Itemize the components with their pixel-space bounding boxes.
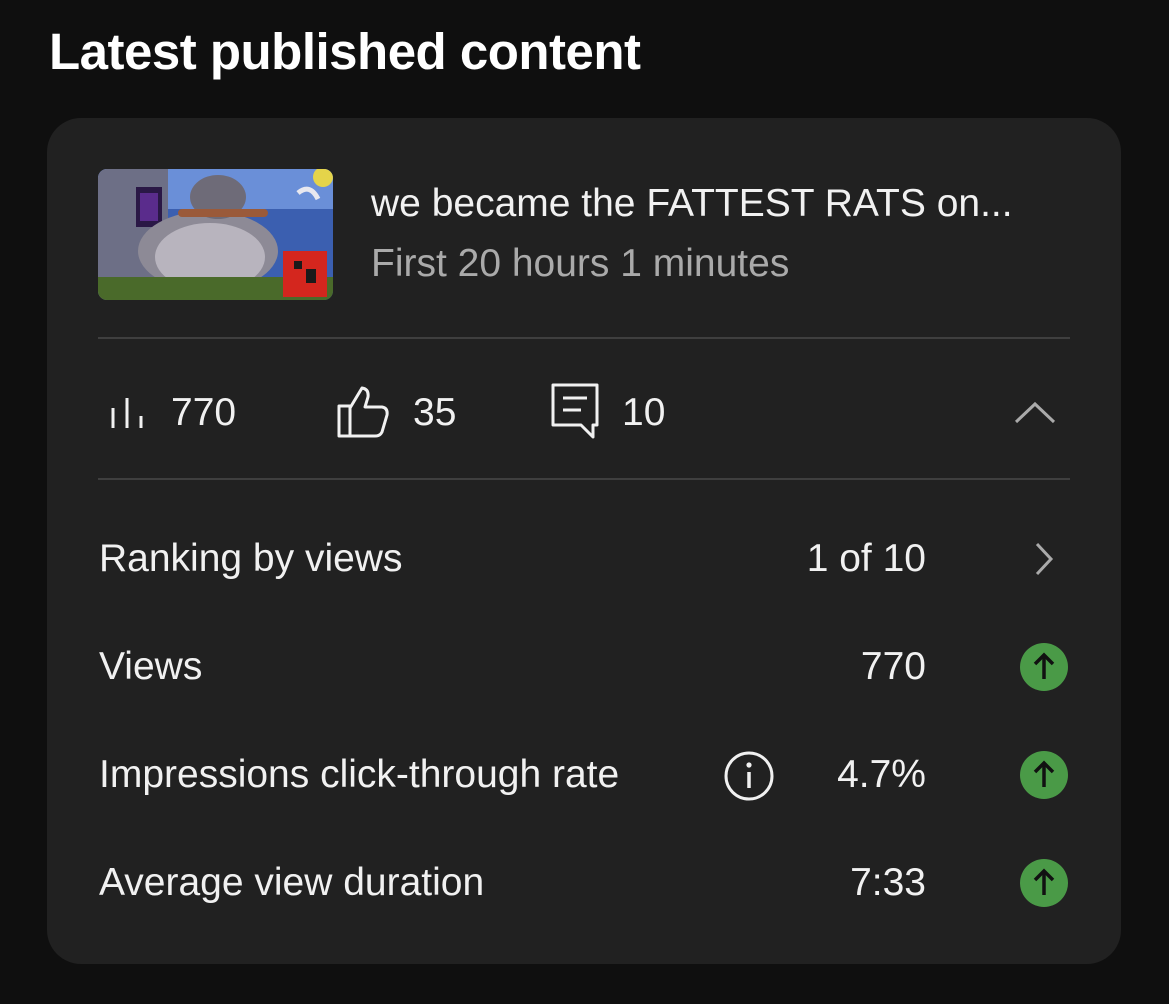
ranking-row[interactable]: Ranking by views 1 of 10 (99, 524, 1069, 594)
avd-label: Average view duration (99, 861, 485, 904)
comments-stat: 10 (550, 375, 665, 451)
trend-up-icon (1019, 642, 1069, 692)
avd-value: 7:33 (850, 861, 926, 904)
info-icon[interactable] (723, 750, 775, 802)
video-time-window: First 20 hours 1 minutes (371, 242, 790, 285)
trend-up-icon (1019, 750, 1069, 800)
avd-row: Average view duration 7:33 (99, 848, 1069, 918)
chevron-up-icon (1014, 400, 1056, 429)
thumbnail-image (98, 169, 333, 300)
video-thumbnail[interactable] (98, 169, 333, 300)
bar-chart-icon (107, 388, 155, 439)
video-title[interactable]: we became the FATTEST RATS on... (371, 182, 1013, 226)
ctr-value: 4.7% (837, 753, 926, 796)
comments-count: 10 (622, 391, 666, 434)
ctr-row: Impressions click-through rate 4.7% (99, 740, 1069, 810)
likes-count: 35 (413, 391, 457, 434)
latest-content-card: we became the FATTEST RATS on... First 2… (47, 118, 1121, 964)
divider-bottom (98, 478, 1070, 480)
views-value: 770 (860, 645, 926, 688)
views-row: Views 770 (99, 632, 1069, 702)
trend-up-icon (1019, 858, 1069, 908)
collapse-button[interactable] (1005, 386, 1065, 442)
ranking-value: 1 of 10 (806, 537, 926, 580)
page-title: Latest published content (49, 23, 641, 80)
ctr-label: Impressions click-through rate (99, 753, 620, 796)
divider-top (98, 337, 1070, 339)
thumbs-up-icon (335, 382, 393, 445)
comment-icon (550, 381, 602, 446)
views-label: Views (99, 645, 203, 688)
views-count: 770 (171, 391, 237, 434)
views-stat: 770 (107, 375, 236, 451)
ranking-label: Ranking by views (99, 537, 403, 580)
chevron-right-icon (1019, 534, 1069, 584)
likes-stat: 35 (335, 375, 456, 451)
